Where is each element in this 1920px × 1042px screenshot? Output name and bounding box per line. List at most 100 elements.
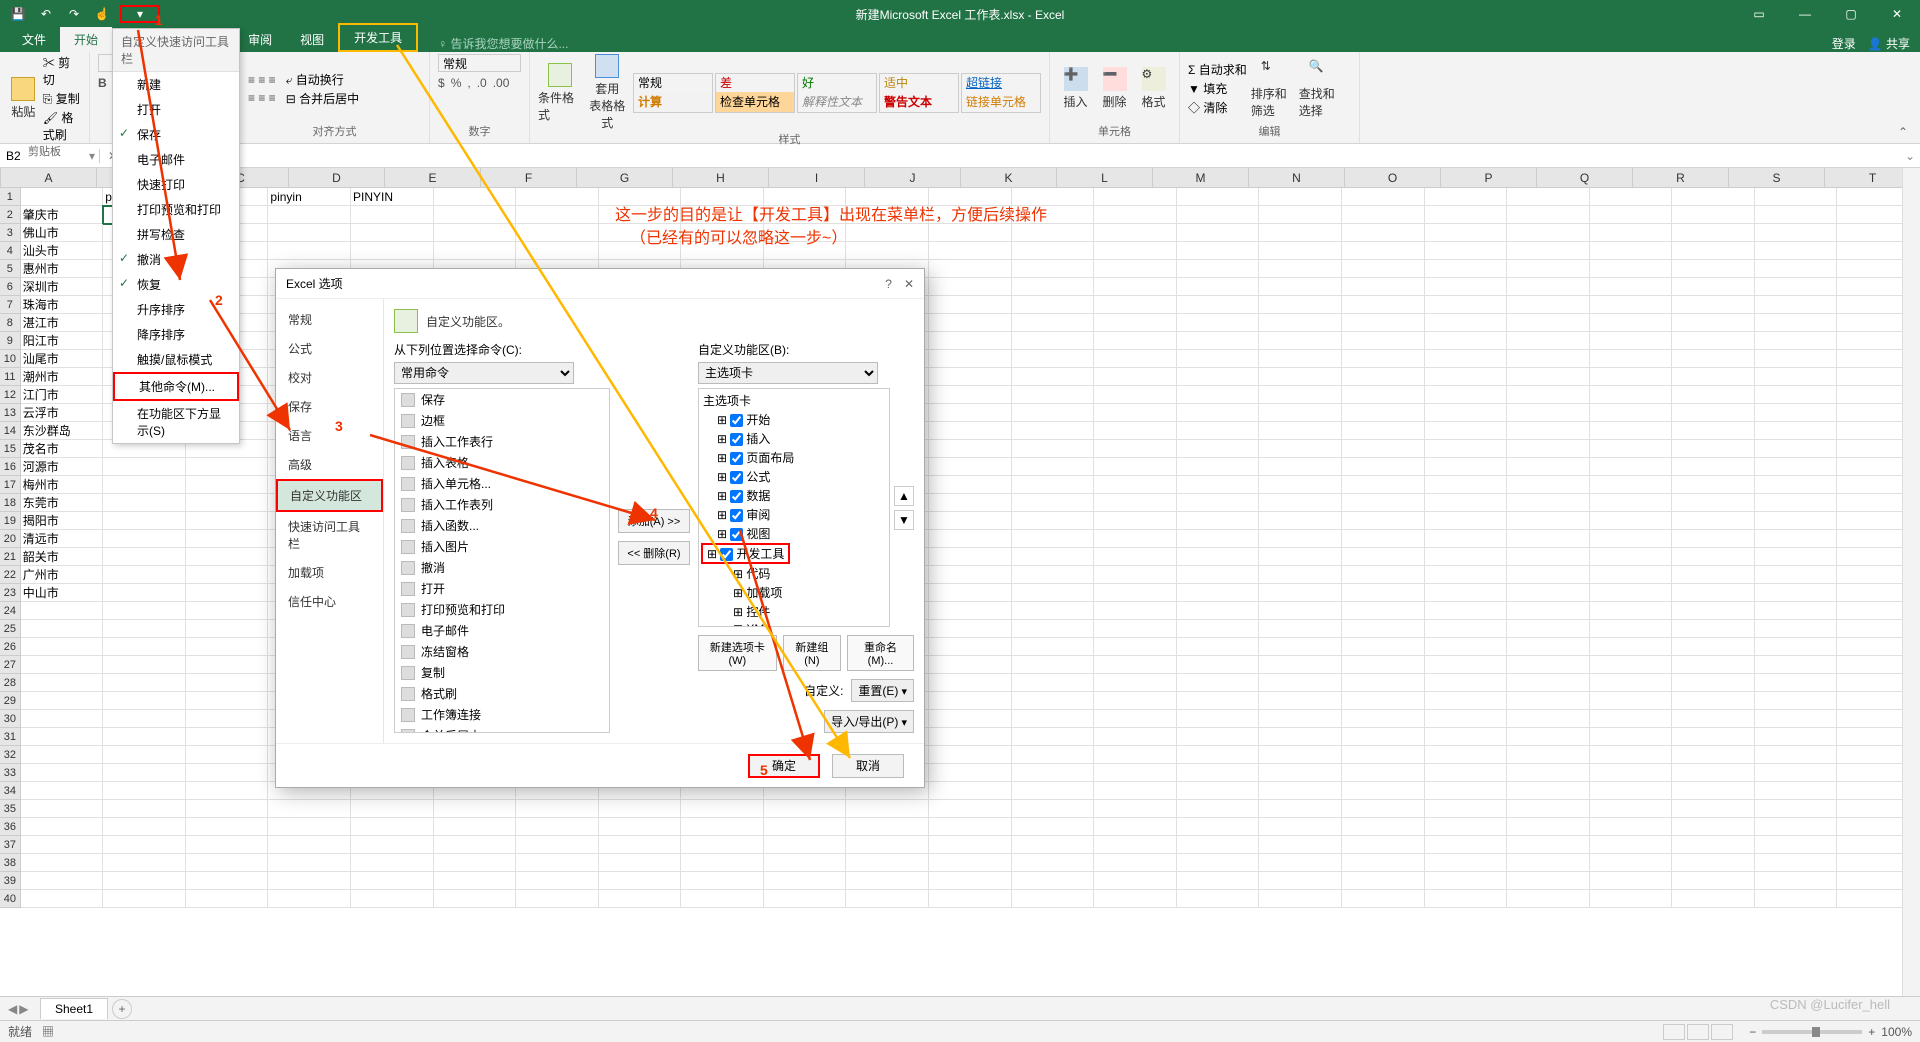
cell[interactable] (1177, 818, 1260, 836)
cell[interactable] (681, 836, 764, 854)
cell[interactable] (1755, 602, 1838, 620)
cell[interactable] (1425, 296, 1508, 314)
cell[interactable] (1672, 602, 1755, 620)
dialog-nav-item[interactable]: 信任中心 (276, 587, 383, 616)
dialog-nav-item[interactable]: 校对 (276, 363, 383, 392)
row-header[interactable]: 8 (0, 314, 21, 332)
qat-menu-item[interactable]: 恢复 (113, 272, 239, 297)
cell[interactable] (846, 836, 929, 854)
cell[interactable] (764, 818, 847, 836)
cell[interactable] (1177, 278, 1260, 296)
minimize-icon[interactable]: — (1782, 0, 1828, 28)
cell[interactable] (929, 224, 1012, 242)
cell[interactable] (1342, 440, 1425, 458)
cell[interactable] (1425, 566, 1508, 584)
cell[interactable] (929, 422, 1012, 440)
tree-node[interactable]: ⊞ 控件 (701, 602, 887, 621)
cell[interactable] (929, 260, 1012, 278)
cell[interactable] (1342, 494, 1425, 512)
cell[interactable] (1342, 638, 1425, 656)
cell[interactable] (1507, 242, 1590, 260)
cell[interactable] (1259, 476, 1342, 494)
cell[interactable]: PINYIN (351, 188, 434, 206)
cell[interactable] (1094, 188, 1177, 206)
cell[interactable] (1672, 368, 1755, 386)
zoom-level[interactable]: 100% (1881, 1025, 1912, 1039)
cell[interactable] (1425, 314, 1508, 332)
row-header[interactable]: 12 (0, 386, 21, 404)
cell[interactable] (1012, 458, 1095, 476)
choose-commands-combo[interactable]: 常用命令 (394, 362, 574, 384)
cell[interactable] (1755, 890, 1838, 908)
cell[interactable] (1507, 656, 1590, 674)
cell[interactable] (1755, 440, 1838, 458)
cell[interactable] (1342, 296, 1425, 314)
cell[interactable] (1507, 692, 1590, 710)
cell[interactable] (103, 476, 186, 494)
cell[interactable]: 佛山市 (21, 224, 104, 242)
row-header[interactable]: 7 (0, 296, 21, 314)
cell[interactable] (351, 890, 434, 908)
cell[interactable] (1094, 530, 1177, 548)
cell[interactable] (1177, 710, 1260, 728)
percent-icon[interactable]: % (451, 76, 462, 90)
cell[interactable] (1672, 782, 1755, 800)
cell[interactable] (1342, 800, 1425, 818)
cell[interactable] (929, 458, 1012, 476)
row-header[interactable]: 3 (0, 224, 21, 242)
paste-button[interactable]: 粘贴 (8, 77, 39, 120)
cell[interactable] (1672, 854, 1755, 872)
cell[interactable] (1425, 782, 1508, 800)
cell[interactable] (103, 530, 186, 548)
cell[interactable] (1012, 818, 1095, 836)
cell[interactable] (103, 710, 186, 728)
rename-button[interactable]: 重命名(M)... (847, 635, 914, 671)
tree-node[interactable]: ⊞ 审阅 (701, 505, 887, 524)
cell[interactable] (1094, 440, 1177, 458)
cell[interactable] (103, 458, 186, 476)
tab-view[interactable]: 视图 (286, 27, 338, 52)
dialog-nav-item[interactable]: 语言 (276, 421, 383, 450)
command-item[interactable]: 保存 (395, 389, 609, 410)
row-header[interactable]: 25 (0, 620, 21, 638)
expand-formula-bar-icon[interactable]: ⌄ (1900, 149, 1920, 163)
collapse-ribbon-icon[interactable]: ⌃ (1898, 125, 1914, 141)
cell[interactable] (929, 800, 1012, 818)
cell[interactable] (846, 206, 929, 224)
cell[interactable] (1012, 692, 1095, 710)
cell[interactable] (1590, 386, 1673, 404)
cell[interactable] (1755, 404, 1838, 422)
cell[interactable] (1590, 764, 1673, 782)
cell[interactable] (1342, 278, 1425, 296)
command-item[interactable]: 打开 (395, 578, 609, 599)
cell[interactable] (929, 476, 1012, 494)
row-header[interactable]: 28 (0, 674, 21, 692)
cell[interactable] (929, 368, 1012, 386)
dialog-help-icon[interactable]: ? (885, 277, 892, 291)
row-header[interactable]: 27 (0, 656, 21, 674)
cell[interactable] (1755, 584, 1838, 602)
cell[interactable] (1342, 458, 1425, 476)
cell[interactable] (1590, 404, 1673, 422)
cell[interactable] (1507, 386, 1590, 404)
cell[interactable] (1012, 386, 1095, 404)
column-header[interactable]: R (1633, 168, 1729, 187)
cell[interactable] (1342, 476, 1425, 494)
cell[interactable] (1755, 764, 1838, 782)
cell[interactable] (1259, 314, 1342, 332)
tree-node[interactable]: ⊞ 开始 (701, 410, 887, 429)
cell[interactable] (1342, 206, 1425, 224)
column-header[interactable]: Q (1537, 168, 1633, 187)
cell[interactable] (1259, 566, 1342, 584)
cell[interactable] (846, 242, 929, 260)
add-sheet-icon[interactable]: + (112, 999, 132, 1019)
cell[interactable] (1342, 692, 1425, 710)
cell[interactable] (1755, 710, 1838, 728)
cell[interactable] (929, 710, 1012, 728)
cell[interactable] (21, 854, 104, 872)
row-header[interactable]: 6 (0, 278, 21, 296)
cell[interactable] (186, 494, 269, 512)
cell[interactable] (21, 602, 104, 620)
cell[interactable] (268, 854, 351, 872)
cell[interactable] (1259, 872, 1342, 890)
